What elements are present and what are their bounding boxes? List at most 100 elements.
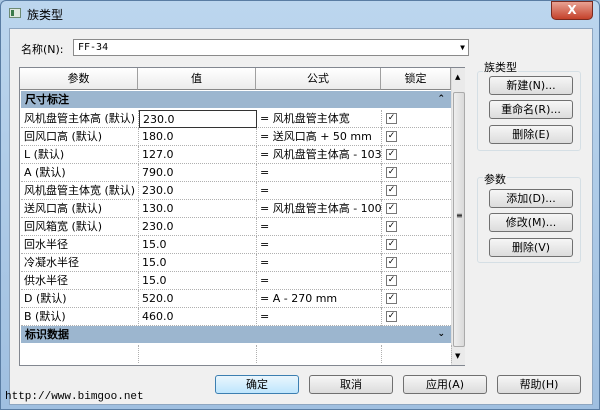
- formula-cell[interactable]: =: [257, 218, 382, 236]
- cancel-button[interactable]: 取消: [309, 375, 393, 394]
- param-name: 回风口高 (默认): [21, 128, 139, 146]
- help-button[interactable]: 帮助(H): [497, 375, 581, 394]
- table-row: 回风箱宽 (默认) 230.0 = ✓: [21, 218, 451, 236]
- param-name: 风机盘管主体高 (默认): [21, 110, 139, 128]
- empty-cell: [21, 345, 139, 363]
- table-row: 供水半径 15.0 = ✓: [21, 272, 451, 290]
- scrollbar-thumb[interactable]: ≡: [453, 92, 465, 347]
- add-parameter-button[interactable]: 添加(D)...: [489, 189, 573, 208]
- lock-checkbox[interactable]: ✓: [386, 185, 397, 196]
- lock-checkbox[interactable]: ✓: [386, 149, 397, 160]
- column-header-formula[interactable]: 公式: [256, 68, 381, 90]
- value-cell[interactable]: 180.0: [139, 128, 257, 146]
- formula-cell[interactable]: =: [257, 272, 382, 290]
- group-row-0[interactable]: 尺寸标注 ⌃: [21, 91, 451, 108]
- empty-cell: [139, 345, 257, 363]
- new-type-button[interactable]: 新建(N)...: [489, 76, 573, 95]
- formula-cell[interactable]: =: [257, 164, 382, 182]
- param-name: 送风口高 (默认): [21, 200, 139, 218]
- lock-checkbox[interactable]: ✓: [386, 275, 397, 286]
- lock-checkbox[interactable]: ✓: [386, 239, 397, 250]
- lock-checkbox[interactable]: ✓: [386, 257, 397, 268]
- lock-checkbox[interactable]: ✓: [386, 311, 397, 322]
- table-row: 回水半径 15.0 = ✓: [21, 236, 451, 254]
- value-cell[interactable]: 230.0: [139, 218, 257, 236]
- group-row-1[interactable]: 标识数据 ⌄: [21, 326, 451, 343]
- name-value: FF-34: [78, 42, 109, 53]
- empty-cell: [257, 345, 382, 363]
- modify-parameter-button[interactable]: 修改(M)...: [489, 213, 573, 232]
- formula-cell[interactable]: =: [257, 308, 382, 326]
- column-header-lock[interactable]: 锁定: [381, 68, 451, 90]
- formula-cell[interactable]: =: [257, 182, 382, 200]
- lock-checkbox[interactable]: ✓: [386, 293, 397, 304]
- expand-icon[interactable]: ⌄: [437, 326, 445, 343]
- lock-cell: ✓: [382, 236, 452, 254]
- table-row: L (默认) 127.0 = 风机盘管主体高 - 103 ✓: [21, 146, 451, 164]
- formula-cell[interactable]: = 风机盘管主体高 - 100: [257, 200, 382, 218]
- formula-cell[interactable]: =: [257, 236, 382, 254]
- empty-cell: [382, 345, 452, 363]
- lock-cell: ✓: [382, 218, 452, 236]
- close-button[interactable]: X: [551, 1, 593, 20]
- value-cell[interactable]: 460.0: [139, 308, 257, 326]
- param-name: 回风箱宽 (默认): [21, 218, 139, 236]
- ok-button[interactable]: 确定: [215, 375, 299, 394]
- lock-checkbox[interactable]: ✓: [386, 203, 397, 214]
- value-cell[interactable]: 230.0: [139, 110, 257, 128]
- lock-checkbox[interactable]: ✓: [386, 221, 397, 232]
- value-cell[interactable]: 15.0: [139, 254, 257, 272]
- lock-cell: ✓: [382, 128, 452, 146]
- value-cell[interactable]: 230.0: [139, 182, 257, 200]
- vertical-scrollbar[interactable]: ▲ ≡ ▼: [451, 68, 465, 365]
- table-row: 风机盘管主体宽 (默认) 230.0 = ✓: [21, 182, 451, 200]
- value-cell[interactable]: 15.0: [139, 272, 257, 290]
- family-types-label: 族类型: [483, 59, 518, 75]
- window-title: 族类型: [27, 8, 64, 22]
- delete-parameter-button[interactable]: 删除(V): [489, 238, 573, 257]
- value-cell[interactable]: 790.0: [139, 164, 257, 182]
- param-name: 冷凝水半径: [21, 254, 139, 272]
- table-row: 冷凝水半径 15.0 = ✓: [21, 254, 451, 272]
- table-row: B (默认) 460.0 = ✓: [21, 308, 451, 326]
- param-name: 回水半径: [21, 236, 139, 254]
- lock-cell: ✓: [382, 272, 452, 290]
- column-header-value[interactable]: 值: [138, 68, 256, 90]
- param-name: 供水半径: [21, 272, 139, 290]
- chevron-down-icon[interactable]: ▼: [460, 43, 465, 52]
- formula-cell[interactable]: = 风机盘管主体高 - 103: [257, 146, 382, 164]
- table-row: 送风口高 (默认) 130.0 = 风机盘管主体高 - 100 ✓: [21, 200, 451, 218]
- table-row: A (默认) 790.0 = ✓: [21, 164, 451, 182]
- value-cell[interactable]: 15.0: [139, 236, 257, 254]
- delete-type-button[interactable]: 删除(E): [489, 125, 573, 144]
- table-row: D (默认) 520.0 = A - 270 mm ✓: [21, 290, 451, 308]
- lock-checkbox[interactable]: ✓: [386, 167, 397, 178]
- column-header-parameter[interactable]: 参数: [20, 68, 138, 90]
- value-cell[interactable]: 127.0: [139, 146, 257, 164]
- lock-cell: ✓: [382, 290, 452, 308]
- parameters-label: 参数: [483, 171, 507, 187]
- value-cell[interactable]: 520.0: [139, 290, 257, 308]
- lock-cell: ✓: [382, 146, 452, 164]
- lock-checkbox[interactable]: ✓: [386, 131, 397, 142]
- rename-type-button[interactable]: 重命名(R)...: [489, 100, 573, 119]
- formula-cell[interactable]: =: [257, 254, 382, 272]
- lock-cell: ✓: [382, 182, 452, 200]
- name-label: 名称(N):: [21, 43, 64, 56]
- param-name: D (默认): [21, 290, 139, 308]
- lock-checkbox[interactable]: ✓: [386, 113, 397, 124]
- param-name: L (默认): [21, 146, 139, 164]
- formula-cell[interactable]: = A - 270 mm: [257, 290, 382, 308]
- collapse-icon[interactable]: ⌃: [437, 91, 445, 108]
- apply-button[interactable]: 应用(A): [403, 375, 487, 394]
- family-types-dialog: 族类型 X 名称(N): FF-34 ▼ 参数 值 公式 锁定 ▲ ≡ ▼ 尺寸…: [0, 0, 600, 410]
- scroll-up-icon[interactable]: ▲: [455, 73, 460, 81]
- lock-cell: ✓: [382, 164, 452, 182]
- table-row: 回风口高 (默认) 180.0 = 送风口高 + 50 mm ✓: [21, 128, 451, 146]
- lock-cell: ✓: [382, 254, 452, 272]
- scroll-down-icon[interactable]: ▼: [455, 352, 460, 360]
- value-cell[interactable]: 130.0: [139, 200, 257, 218]
- name-combobox[interactable]: FF-34 ▼: [73, 39, 469, 56]
- formula-cell[interactable]: = 风机盘管主体宽: [257, 110, 382, 128]
- formula-cell[interactable]: = 送风口高 + 50 mm: [257, 128, 382, 146]
